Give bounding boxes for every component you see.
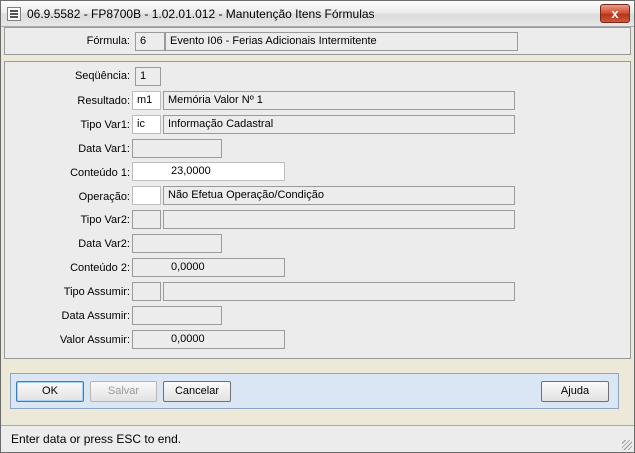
operacao-label: Operação:	[78, 191, 130, 203]
save-button[interactable]: Salvar	[90, 381, 157, 402]
resultado-label: Resultado:	[77, 95, 130, 107]
dataassumir-label: Data Assumir:	[61, 310, 130, 322]
tipoassumir-code-field	[132, 282, 161, 301]
valorassumir-field: 0,0000	[132, 330, 285, 349]
sequencia-label: Seqüência:	[74, 70, 130, 82]
resultado-description-field: Memória Valor Nº 1	[163, 91, 515, 110]
conteudo2-field: 0,0000	[132, 258, 285, 277]
tipovar2-code-field	[132, 210, 161, 229]
operacao-description-field: Não Efetua Operação/Condição	[163, 186, 515, 205]
datavar2-label: Data Var2:	[78, 238, 130, 250]
formula-description-field: Evento I06 - Ferias Adicionais Intermite…	[165, 32, 518, 51]
title-bar[interactable]: 06.9.5582 - FP8700B - 1.02.01.012 - Manu…	[1, 1, 634, 27]
formula-header-panel: Fórmula: 6 Evento I06 - Ferias Adicionai…	[4, 27, 631, 55]
button-bar: OK Salvar Cancelar Ajuda	[10, 373, 619, 409]
datavar1-label: Data Var1:	[78, 143, 130, 155]
main-window: 06.9.5582 - FP8700B - 1.02.01.012 - Manu…	[0, 0, 635, 453]
conteudo2-label: Conteúdo 2:	[70, 262, 130, 274]
conteudo1-input[interactable]: 23,0000	[132, 162, 285, 181]
sequencia-field: 1	[135, 67, 161, 86]
status-bar: Enter data or press ESC to end.	[1, 425, 634, 452]
resize-grip-icon[interactable]	[622, 440, 632, 450]
tipovar2-label: Tipo Var2:	[80, 214, 130, 226]
formula-code-field: 6	[135, 32, 165, 51]
resultado-code-input[interactable]: m1	[132, 91, 161, 110]
operacao-code-input[interactable]	[132, 186, 161, 205]
tipoassumir-description-field	[163, 282, 515, 301]
tipoassumir-label: Tipo Assumir:	[63, 286, 130, 298]
formula-item-form: Seqüência: 1 Resultado: m1 Memória Valor…	[4, 61, 631, 359]
tipovar1-code-input[interactable]: ic	[132, 115, 161, 134]
dataassumir-field	[132, 306, 222, 325]
tipovar1-label: Tipo Var1:	[80, 119, 130, 131]
tipovar2-description-field	[163, 210, 515, 229]
datavar2-field	[132, 234, 222, 253]
close-button[interactable]: x	[600, 4, 630, 23]
ok-button[interactable]: OK	[16, 381, 84, 402]
tipovar1-description-field: Informação Cadastral	[163, 115, 515, 134]
status-message: Enter data or press ESC to end.	[11, 432, 182, 446]
app-icon	[7, 7, 21, 21]
cancel-button[interactable]: Cancelar	[163, 381, 231, 402]
window-title: 06.9.5582 - FP8700B - 1.02.01.012 - Manu…	[27, 7, 375, 21]
conteudo1-label: Conteúdo 1:	[70, 167, 130, 179]
help-button[interactable]: Ajuda	[541, 381, 609, 402]
formula-label: Fórmula:	[86, 35, 130, 47]
valorassumir-label: Valor Assumir:	[59, 334, 130, 346]
datavar1-field	[132, 139, 222, 158]
